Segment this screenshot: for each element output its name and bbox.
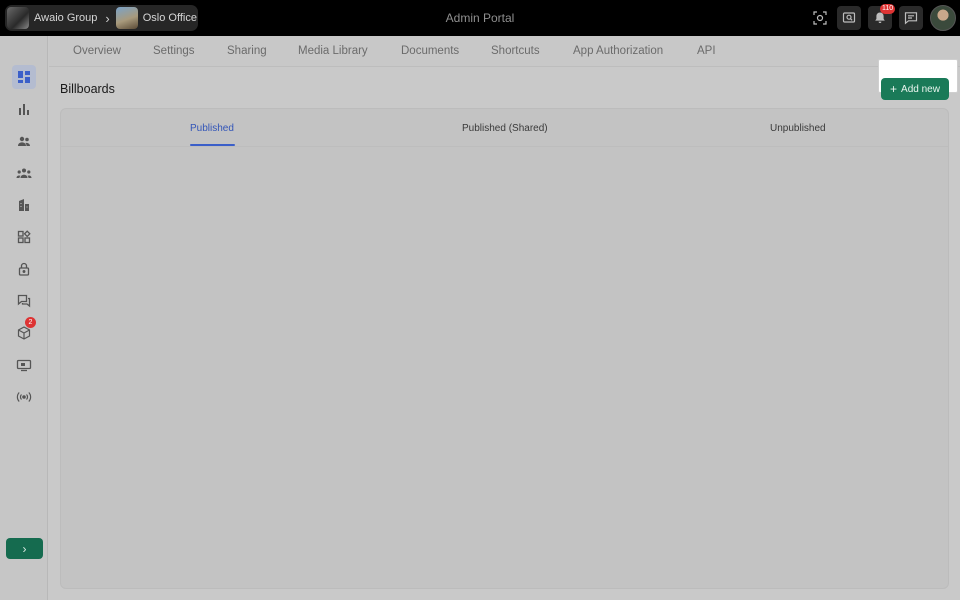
chevron-right-icon: › bbox=[105, 10, 110, 26]
tab-media-library[interactable]: Media Library bbox=[298, 45, 368, 57]
sidebar-item-billboards[interactable] bbox=[12, 353, 36, 377]
tab-shortcuts[interactable]: Shortcuts bbox=[491, 45, 540, 57]
sidebar-item-analytics[interactable] bbox=[12, 97, 36, 121]
plus-icon: + bbox=[890, 82, 898, 96]
tab-sharing[interactable]: Sharing bbox=[227, 45, 267, 57]
breadcrumb: Awaio Group › Oslo Office bbox=[5, 5, 198, 31]
sidebar-item-messages[interactable] bbox=[12, 289, 36, 313]
tab-published[interactable]: Published bbox=[190, 123, 234, 134]
user-avatar[interactable] bbox=[930, 5, 956, 31]
sidebar-item-broadcast[interactable] bbox=[12, 385, 36, 409]
office-avatar[interactable] bbox=[115, 7, 138, 29]
bell-icon[interactable]: 110 bbox=[868, 4, 896, 30]
page-title: Billboards bbox=[60, 82, 115, 96]
tab-settings[interactable]: Settings bbox=[153, 45, 195, 57]
tab-unpublished[interactable]: Unpublished bbox=[770, 123, 826, 134]
add-new-label: Add new bbox=[901, 83, 940, 95]
breadcrumb-office[interactable]: Oslo Office bbox=[143, 12, 197, 24]
settings-nav: Overview Settings Sharing Media Library … bbox=[49, 36, 960, 67]
sidebar-expand-button[interactable]: › bbox=[6, 538, 43, 559]
buildings-icon bbox=[19, 199, 29, 211]
active-tab-indicator bbox=[190, 144, 235, 146]
billboards-panel: Published Published (Shared) Unpublished bbox=[60, 108, 949, 589]
tab-published-shared[interactable]: Published (Shared) bbox=[462, 123, 548, 134]
top-bar: Awaio Group › Oslo Office Admin Portal 1… bbox=[0, 0, 960, 36]
sidebar-item-groups[interactable] bbox=[12, 161, 36, 185]
broadcast-icon bbox=[16, 392, 32, 402]
sidebar: 2 › bbox=[0, 36, 48, 600]
org-avatar[interactable] bbox=[7, 7, 29, 29]
sidebar-item-dashboard[interactable] bbox=[12, 65, 36, 89]
sidebar-item-security[interactable] bbox=[12, 257, 36, 281]
packages-icon bbox=[17, 326, 31, 340]
notifications-badge: 110 bbox=[880, 4, 896, 14]
billboard-icon bbox=[16, 359, 32, 372]
sidebar-item-packages[interactable]: 2 bbox=[12, 317, 36, 345]
tab-documents[interactable]: Documents bbox=[401, 45, 459, 57]
tab-overview[interactable]: Overview bbox=[73, 45, 121, 57]
lock-icon bbox=[18, 262, 30, 276]
sidebar-item-buildings[interactable] bbox=[12, 193, 36, 217]
billboard-tabs: Published Published (Shared) Unpublished bbox=[61, 109, 948, 147]
scan-icon[interactable] bbox=[808, 6, 832, 30]
sidebar-item-users[interactable] bbox=[12, 129, 36, 153]
search-screen-icon[interactable] bbox=[837, 6, 861, 30]
tab-app-authorization[interactable]: App Authorization bbox=[573, 45, 663, 57]
analytics-icon bbox=[19, 104, 29, 115]
users-icon bbox=[18, 136, 30, 146]
chat-icon[interactable] bbox=[899, 6, 923, 30]
packages-badge: 2 bbox=[25, 317, 36, 328]
sidebar-item-apps[interactable] bbox=[12, 225, 36, 249]
add-new-button[interactable]: + Add new bbox=[881, 78, 949, 100]
groups-icon bbox=[16, 168, 32, 178]
portal-title: Admin Portal bbox=[445, 11, 515, 25]
dashboard-icon bbox=[18, 71, 30, 83]
apps-icon bbox=[17, 230, 31, 244]
messages-icon bbox=[17, 294, 31, 308]
breadcrumb-org[interactable]: Awaio Group bbox=[34, 12, 97, 24]
tab-api[interactable]: API bbox=[697, 45, 716, 57]
